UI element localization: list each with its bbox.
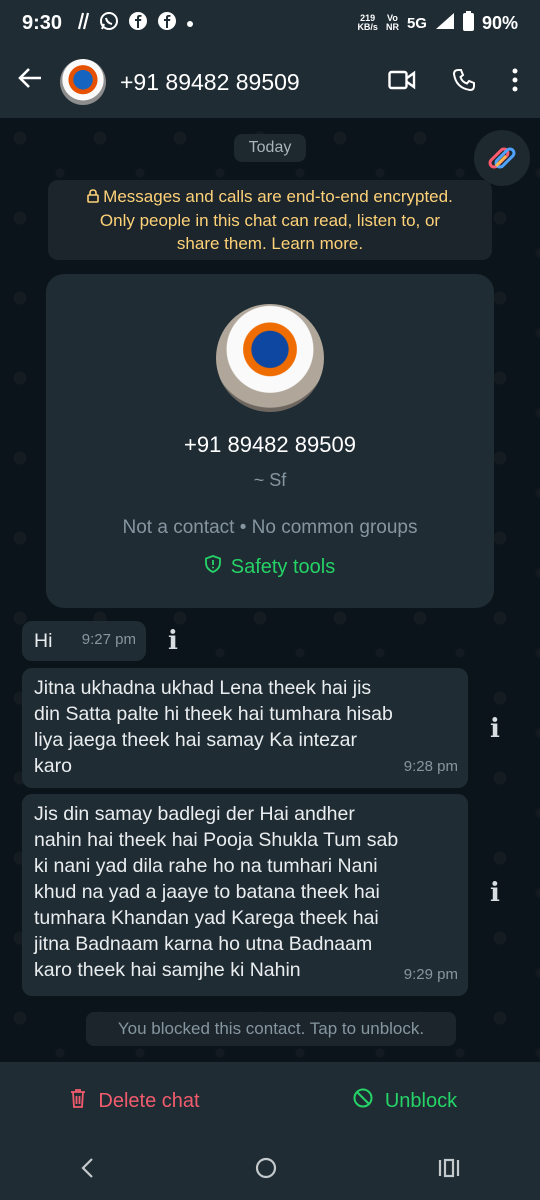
profile-name: ~ Sf <box>253 470 287 490</box>
signal-off-icon <box>76 12 90 35</box>
unblock-label: Unblock <box>384 1089 458 1112</box>
profile-info: Not a contact • No common groups <box>122 517 418 538</box>
safety-tools-label: Safety tools <box>230 555 336 578</box>
lock-icon <box>87 186 99 209</box>
message-line: khud na yad a jaaye to batana theek hai <box>34 881 380 903</box>
message-line: karo <box>34 755 72 777</box>
notification-icons <box>76 11 194 36</box>
date-chip: Today <box>234 134 306 162</box>
encryption-line-3: share them. Learn more. <box>176 234 364 253</box>
status-time: 9:30 <box>22 11 63 34</box>
more-notifications-dot-icon <box>186 13 194 33</box>
volte-bottom: NR <box>385 22 399 32</box>
message-bubble[interactable]: Jis din samay badlegi der Hai andher nah… <box>22 794 468 996</box>
profile-photo[interactable] <box>216 304 324 412</box>
back-arrow-icon[interactable] <box>0 65 60 99</box>
message-line: tumhara Khandan yad Karega theek hai <box>34 907 379 929</box>
status-bar: 9:30 219 KB/s Vo NR 5G 90% <box>0 0 540 46</box>
block-icon <box>353 1088 373 1114</box>
safety-tools-button[interactable]: Safety tools <box>46 555 494 579</box>
message-line: din Satta palte hi theek hai tumhara his… <box>34 703 393 725</box>
message-time: 9:27 pm <box>81 631 136 648</box>
contact-profile-card: +91 89482 89509 ~ Sf Not a contact • No … <box>46 274 494 608</box>
unblock-button[interactable]: Unblock <box>270 1088 540 1114</box>
network-speed: 219 KB/s <box>357 14 378 32</box>
info-icon[interactable]: i <box>486 878 504 908</box>
info-icon[interactable]: i <box>164 626 182 656</box>
message-line: jitna Badnaam karna ho utna Badnaam <box>34 933 373 955</box>
message-time: 9:28 pm <box>403 758 458 775</box>
profile-phone: +91 89482 89509 <box>184 432 356 457</box>
nav-back-icon[interactable] <box>80 1157 94 1184</box>
delete-chat-button[interactable]: Delete chat <box>0 1088 270 1114</box>
delete-chat-label: Delete chat <box>98 1089 200 1112</box>
battery-icon <box>462 10 474 36</box>
trash-icon <box>70 1088 86 1114</box>
status-right: 219 KB/s Vo NR 5G 90% <box>357 10 518 36</box>
message-line: ki nani yad dila rahe ho na tumhari Nani <box>34 855 378 877</box>
facebook-notification-icon <box>128 11 148 36</box>
blocked-notice[interactable]: You blocked this contact. Tap to unblock… <box>86 1012 456 1046</box>
network-type: 5G <box>406 14 427 32</box>
encryption-notice[interactable]: Messages and calls are end-to-end encryp… <box>48 180 492 260</box>
encryption-text-1: Messages and calls are end-to-end encryp… <box>103 187 453 206</box>
encryption-line-1: Messages and calls are end-to-end encryp… <box>48 185 492 209</box>
contact-avatar[interactable] <box>60 59 106 105</box>
message-line: nahin hai theek hai Pooja Shukla Tum sab <box>34 829 399 851</box>
facebook-notification-icon-2 <box>157 11 177 36</box>
shield-icon <box>204 555 221 579</box>
info-icon[interactable]: i <box>486 714 504 744</box>
system-nav-bar <box>0 1140 540 1200</box>
contact-title[interactable]: +91 89482 89509 <box>120 69 388 96</box>
message-bubble[interactable]: Hi 9:27 pm <box>22 621 146 661</box>
encryption-line-2: Only people in this chat can read, liste… <box>99 211 441 230</box>
message-time: 9:29 pm <box>403 966 458 983</box>
cell-signal-icon <box>435 12 455 35</box>
battery-level: 90% <box>481 12 518 33</box>
message-bubble[interactable]: Jitna ukhadna ukhad Lena theek hai jis d… <box>22 668 468 788</box>
blocked-actions-bar: Delete chat Unblock <box>0 1062 540 1140</box>
header-actions <box>388 68 518 97</box>
chat-header: +91 89482 89509 <box>0 46 540 118</box>
whatsapp-notification-icon <box>99 11 119 36</box>
chat-area[interactable]: Today Messages and calls are end-to-end … <box>0 118 540 1062</box>
speed-unit: KB/s <box>357 22 378 32</box>
message-line: liya jaega theek hai samay Ka intezar <box>34 729 358 751</box>
nav-recents-icon[interactable] <box>438 1158 460 1183</box>
floating-app-logo-icon[interactable] <box>474 130 530 186</box>
message-line: Jitna ukhadna ukhad Lena theek hai jis <box>34 677 372 699</box>
more-options-icon[interactable] <box>512 68 518 97</box>
message-line: Jis din samay badlegi der Hai andher <box>34 803 355 825</box>
nav-home-icon[interactable] <box>255 1157 277 1184</box>
video-call-icon[interactable] <box>388 69 416 96</box>
volte-indicator: Vo NR <box>386 14 399 32</box>
voice-call-icon[interactable] <box>452 68 476 97</box>
message-line: karo theek hai samjhe ki Nahin <box>34 959 301 981</box>
